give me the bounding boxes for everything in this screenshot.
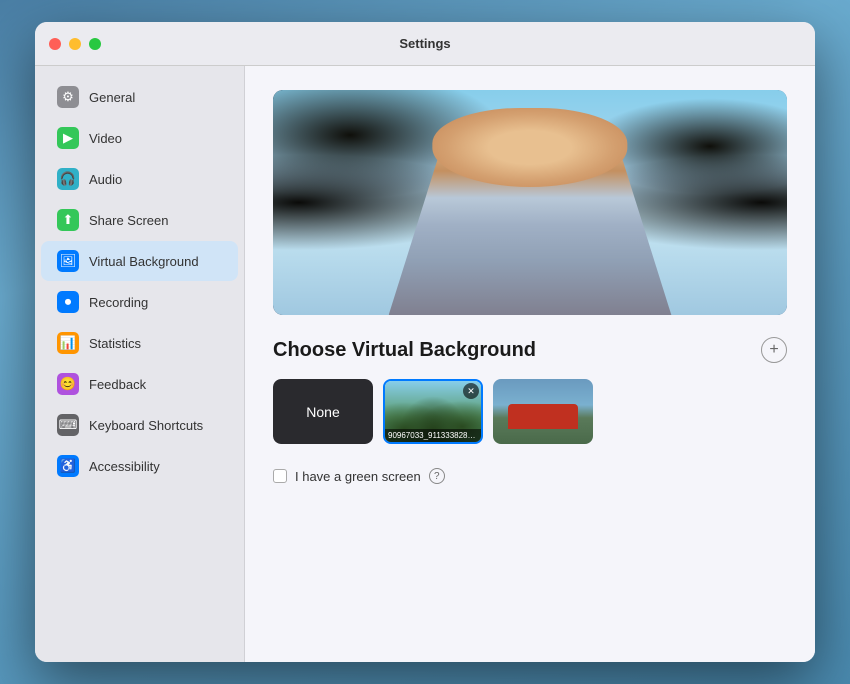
window-controls [49,38,101,50]
background-options: None ✕ 90967033_911333828920_28481506110… [273,379,787,444]
content-area: Choose Virtual Background + None ✕ 90967… [245,66,815,662]
background-option-none[interactable]: None [273,379,373,444]
sidebar-item-general[interactable]: ⚙ General [41,77,238,117]
sidebar-item-recording-label: Recording [89,295,148,310]
sidebar-item-video-label: Video [89,131,122,146]
virtual-background-icon: 🖼 [57,250,79,272]
maximize-button[interactable] [89,38,101,50]
section-title-text: Choose Virtual Background [273,339,536,362]
audio-icon: 🎧 [57,168,79,190]
share-screen-icon: ⬆ [57,209,79,231]
sidebar: ⚙ General ▶ Video 🎧 Audio ⬆ Share Screen… [35,66,245,662]
sidebar-item-accessibility[interactable]: ♿ Accessibility [41,446,238,486]
settings-window: Settings ⚙ General ▶ Video 🎧 Audio ⬆ Sha… [35,22,815,662]
sidebar-item-share-screen[interactable]: ⬆ Share Screen [41,200,238,240]
forest-filename: 90967033_911333828920_284815061107605504… [385,429,481,442]
green-screen-option: I have a green screen ? [273,468,787,484]
none-option-box: None [273,379,373,444]
virtual-background-preview [273,90,787,315]
remove-forest-button[interactable]: ✕ [463,383,479,399]
video-icon: ▶ [57,127,79,149]
preview-image [273,90,787,315]
main-content: ⚙ General ▶ Video 🎧 Audio ⬆ Share Screen… [35,66,815,662]
sidebar-item-keyboard-shortcuts[interactable]: ⌨ Keyboard Shortcuts [41,405,238,445]
none-option-label: None [306,404,339,420]
background-option-car[interactable] [493,379,593,444]
car-background-image [493,379,593,444]
section-header: Choose Virtual Background + [273,337,787,363]
sidebar-item-share-screen-label: Share Screen [89,213,169,228]
minimize-button[interactable] [69,38,81,50]
sidebar-item-audio-label: Audio [89,172,122,187]
sidebar-item-statistics-label: Statistics [89,336,141,351]
add-background-button[interactable]: + [761,337,787,363]
gear-icon: ⚙ [57,86,79,108]
sidebar-item-statistics[interactable]: 📊 Statistics [41,323,238,363]
green-screen-label: I have a green screen [295,469,421,484]
accessibility-icon: ♿ [57,455,79,477]
feedback-icon: 😊 [57,373,79,395]
sidebar-item-recording[interactable]: ⏺ Recording [41,282,238,322]
close-button[interactable] [49,38,61,50]
window-title: Settings [399,36,450,51]
sidebar-item-audio[interactable]: 🎧 Audio [41,159,238,199]
sidebar-item-feedback[interactable]: 😊 Feedback [41,364,238,404]
sidebar-item-keyboard-shortcuts-label: Keyboard Shortcuts [89,418,203,433]
green-screen-checkbox[interactable] [273,469,287,483]
sidebar-item-video[interactable]: ▶ Video [41,118,238,158]
recording-icon: ⏺ [57,291,79,313]
sidebar-item-general-label: General [89,90,135,105]
keyboard-shortcuts-icon: ⌨ [57,414,79,436]
sidebar-item-feedback-label: Feedback [89,377,146,392]
sidebar-item-virtual-background[interactable]: 🖼 Virtual Background [41,241,238,281]
help-icon[interactable]: ? [429,468,445,484]
sidebar-item-virtual-background-label: Virtual Background [89,254,199,269]
title-bar: Settings [35,22,815,66]
sidebar-item-accessibility-label: Accessibility [89,459,160,474]
statistics-icon: 📊 [57,332,79,354]
background-option-forest[interactable]: ✕ 90967033_911333828920_2848150611076055… [383,379,483,444]
face-area [432,108,627,187]
